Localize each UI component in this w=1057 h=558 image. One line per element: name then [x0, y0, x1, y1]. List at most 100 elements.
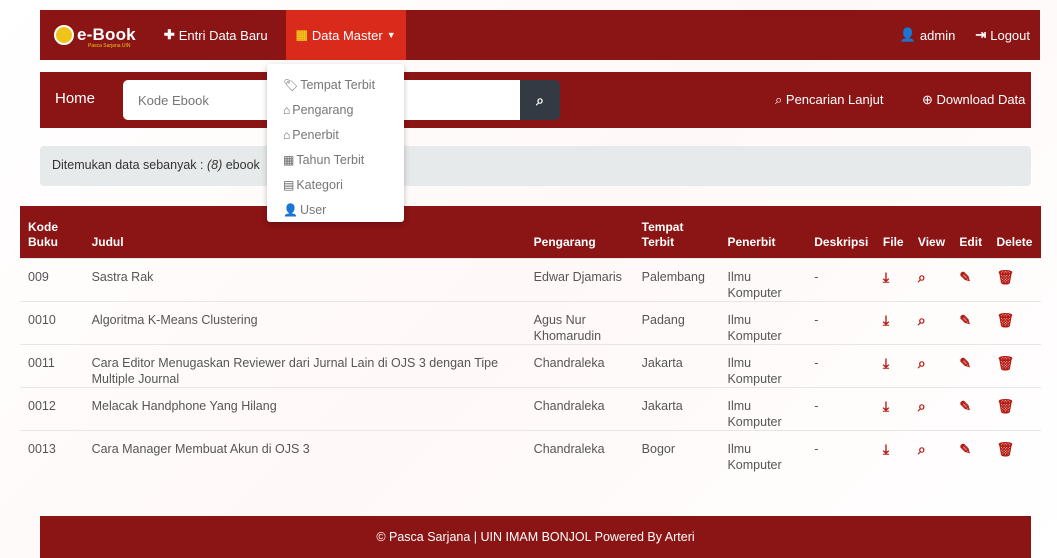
table-row: 0012 Melacak Handphone Yang Hilang Chand…: [20, 386, 1041, 430]
home-link[interactable]: Home: [55, 90, 95, 107]
edit-pencil-icon[interactable]: ✎: [959, 355, 971, 371]
dropdown-item-tahun-terbit[interactable]: ▦ Tahun Terbit: [267, 147, 404, 172]
brand-logo-icon: [54, 25, 74, 45]
brand-logo-link[interactable]: e-Book: [54, 10, 136, 60]
view-search-icon[interactable]: ⌕: [918, 355, 926, 371]
dropdown-item-penerbit[interactable]: ⌂ Penerbit: [267, 122, 404, 147]
nav-logout[interactable]: ⇥ Logout: [965, 10, 1040, 60]
advanced-search-label: Pencarian Lanjut: [785, 92, 884, 107]
dropdown-item-user[interactable]: 👤 User: [267, 197, 404, 222]
download-data-link[interactable]: ⊕ Download Data: [922, 92, 1025, 108]
cell-deskripsi: -: [806, 429, 875, 473]
cell-tempat: Palembang: [633, 257, 720, 301]
header-file: File: [874, 206, 910, 258]
logout-icon: ⇥: [975, 27, 987, 42]
grid-icon: ▦: [295, 27, 308, 42]
cell-penerbit: Ilmu Komputer: [719, 257, 807, 301]
nav-logout-label: Logout: [990, 27, 1030, 43]
edit-pencil-icon[interactable]: ✎: [959, 441, 971, 457]
dropdown-item-tempat-terbit[interactable]: 🏷 Tempat Terbit: [267, 72, 404, 97]
cell-judul: Algoritma K-Means Clustering: [83, 300, 526, 344]
view-search-icon[interactable]: ⌕: [918, 269, 926, 285]
view-search-icon[interactable]: ⌕: [918, 312, 926, 328]
cell-kode: 0010: [20, 300, 84, 344]
nav-admin-label: admin: [919, 27, 956, 43]
cell-judul: Melacak Handphone Yang Hilang: [83, 386, 526, 430]
cell-penerbit: Ilmu Komputer: [719, 300, 807, 344]
caret-down-icon: ▼: [386, 30, 396, 40]
delete-trash-icon[interactable]: 🗑: [996, 355, 1014, 371]
cell-kode: 0012: [20, 386, 84, 430]
nav-master-label: Data Master: [311, 27, 383, 43]
download-icon[interactable]: ⤓: [883, 269, 889, 285]
cell-pengarang: Chandraleka: [525, 343, 634, 387]
header-tempat: Tempat Terbit: [633, 206, 720, 258]
cell-judul: Sastra Rak: [83, 257, 526, 301]
view-search-icon[interactable]: ⌕: [918, 441, 926, 457]
dropdown-item-kategori[interactable]: ▤ Kategori: [267, 172, 404, 197]
footer-text: © Pasca Sarjana | UIN IMAM BONJOL Powere…: [376, 530, 695, 544]
plus-icon: ✚: [163, 27, 175, 42]
cell-tempat: Bogor: [633, 429, 720, 473]
search-bar: Home ⌕ ⌕ Pencarian Lanjut ⊕ Download Dat…: [40, 72, 1031, 128]
cell-pengarang: Chandraleka: [525, 386, 634, 430]
film-icon: ▤: [283, 177, 295, 192]
nav-entri-data-baru[interactable]: ✚ Entri Data Baru: [154, 10, 278, 60]
delete-trash-icon[interactable]: 🗑: [996, 441, 1014, 457]
cell-kode: 0011: [20, 343, 84, 387]
result-prefix: Ditemukan data sebanyak :: [52, 158, 207, 172]
cell-tempat: Jakarta: [633, 343, 720, 387]
table-row: 0010 Algoritma K-Means Clustering Agus N…: [20, 300, 1041, 344]
delete-trash-icon[interactable]: 🗑: [996, 269, 1014, 285]
cell-kode: 009: [20, 257, 84, 301]
download-icon[interactable]: ⤓: [883, 355, 889, 371]
edit-pencil-icon[interactable]: ✎: [959, 312, 971, 328]
dropdown-item-label: User: [299, 202, 327, 217]
advanced-search-link[interactable]: ⌕ Pencarian Lanjut: [775, 92, 883, 108]
brand-title: e-Book: [77, 25, 136, 44]
cell-kode: 0013: [20, 429, 84, 473]
home-icon: ⌂: [283, 102, 291, 117]
nav-data-master[interactable]: ▦ Data Master ▼: [285, 10, 406, 60]
search-icon: ⌕: [775, 92, 786, 107]
edit-pencil-icon[interactable]: ✎: [959, 398, 971, 414]
dropdown-item-pengarang[interactable]: ⌂ Pengarang: [267, 97, 404, 122]
header-delete: Delete: [988, 206, 1041, 258]
delete-trash-icon[interactable]: 🗑: [996, 398, 1014, 414]
result-info-box: Ditemukan data sebanyak : (8) ebook: [40, 146, 1031, 186]
table-row: 009 Sastra Rak Edwar Djamaris Palembang …: [20, 257, 1041, 301]
ebook-table: Kode Buku Judul Pengarang Tempat Terbit …: [20, 206, 1041, 473]
download-icon[interactable]: ⤓: [883, 398, 889, 414]
nav-admin[interactable]: 👤 admin: [890, 10, 966, 60]
nav-right-group: 👤 admin ⇥ Logout: [890, 10, 1040, 60]
download-icon[interactable]: ⤓: [883, 312, 889, 328]
cell-penerbit: Ilmu Komputer: [719, 343, 807, 387]
user-icon: 👤: [283, 202, 298, 217]
header-view: View: [909, 206, 952, 258]
cell-deskripsi: -: [806, 257, 875, 301]
download-circle-icon: ⊕: [922, 92, 937, 107]
result-suffix: ebook: [222, 158, 260, 172]
dropdown-item-label: Tempat Terbit: [300, 77, 376, 92]
table-header-row: Kode Buku Judul Pengarang Tempat Terbit …: [20, 206, 1041, 258]
dropdown-item-label: Penerbit: [292, 127, 339, 142]
cell-penerbit: Ilmu Komputer: [719, 386, 807, 430]
cell-deskripsi: -: [806, 386, 875, 430]
tag-icon: 🏷: [283, 77, 299, 92]
table-row: 0013 Cara Manager Membuat Akun di OJS 3 …: [20, 429, 1041, 473]
home-icon: ⌂: [283, 127, 291, 142]
search-icon: ⌕: [536, 91, 544, 108]
table-row: 0011 Cara Editor Menugaskan Reviewer dar…: [20, 343, 1041, 387]
cell-tempat: Jakarta: [633, 386, 720, 430]
data-master-dropdown: 🏷 Tempat Terbit ⌂ Pengarang ⌂ Penerbit ▦…: [267, 64, 404, 222]
view-search-icon[interactable]: ⌕: [918, 398, 926, 414]
edit-pencil-icon[interactable]: ✎: [959, 269, 971, 285]
cell-pengarang: Chandraleka: [525, 429, 634, 473]
cell-tempat: Padang: [633, 300, 720, 344]
delete-trash-icon[interactable]: 🗑: [996, 312, 1014, 328]
top-navbar: e-Book Pasca Sarjana UIN ✚ Entri Data Ba…: [40, 10, 1040, 60]
download-data-label: Download Data: [936, 92, 1026, 107]
search-button[interactable]: ⌕: [520, 80, 560, 120]
grid-icon: ▦: [283, 152, 295, 167]
download-icon[interactable]: ⤓: [883, 441, 889, 457]
